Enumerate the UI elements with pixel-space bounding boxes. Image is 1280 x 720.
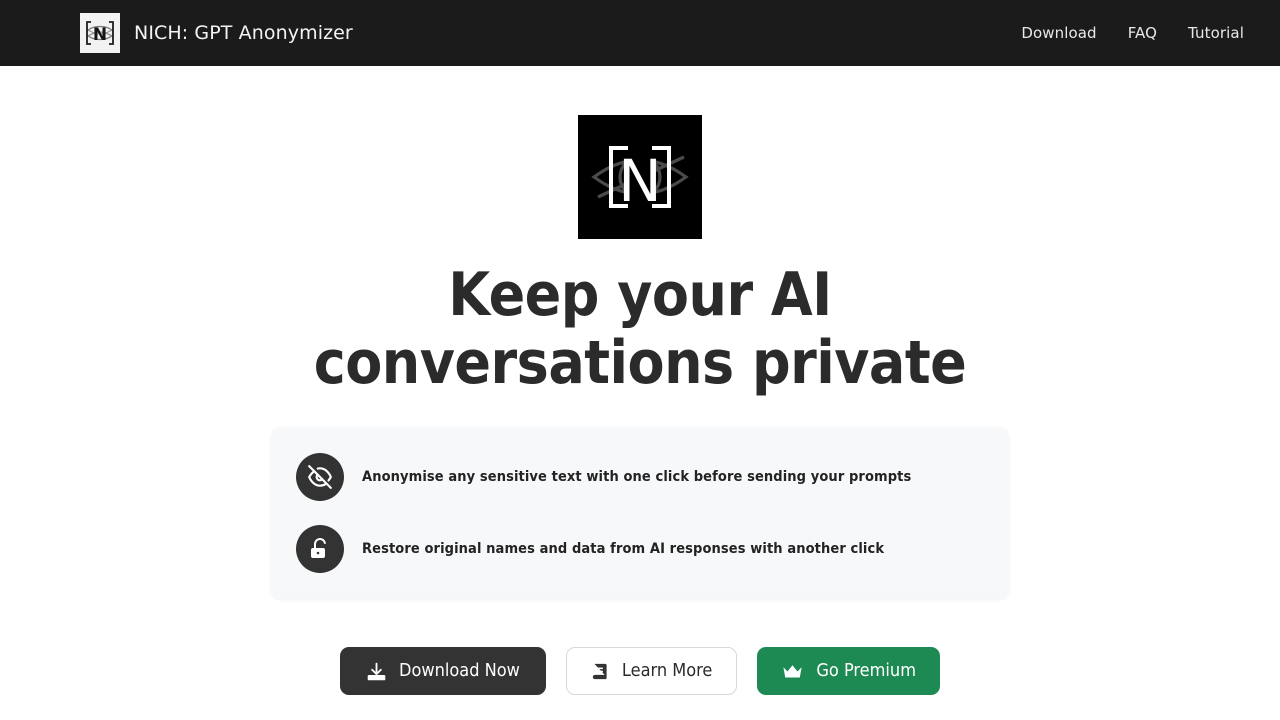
svg-text:N: N [618,147,661,215]
feature-item-anonymise: Anonymise any sensitive text with one cl… [271,453,1009,501]
nich-eye-off-n-logo-icon: N [578,115,702,239]
learn-more-button[interactable]: Learn More [565,647,738,695]
feature-text: Anonymise any sensitive text with one cl… [362,469,912,485]
download-icon [366,661,387,682]
go-premium-button[interactable]: Go Premium [757,647,940,695]
crown-icon [781,660,804,683]
action-buttons: Download Now Learn More Go Premium [340,647,940,695]
nav-link-tutorial[interactable]: Tutorial [1188,24,1244,42]
nav-link-download[interactable]: Download [1021,24,1096,42]
nich-bracket-n-logo-icon: N [80,13,120,53]
learn-more-label: Learn More [621,660,713,681]
download-now-button[interactable]: Download Now [340,647,546,695]
eye-off-icon [296,453,344,501]
features-card: Anonymise any sensitive text with one cl… [271,427,1009,599]
main-nav: Download FAQ Tutorial [1021,24,1244,42]
go-premium-label: Go Premium [816,660,916,681]
feature-item-restore: Restore original names and data from AI … [271,525,1009,573]
nav-link-faq[interactable]: FAQ [1128,24,1157,42]
feature-text: Restore original names and data from AI … [362,541,885,557]
download-now-label: Download Now [399,660,520,681]
page-title: Keep your AI conversations private [313,260,967,398]
book-icon [591,662,610,681]
svg-text:N: N [93,25,107,45]
hero-section: N Keep your AI conversations private Ano… [0,66,1280,695]
brand[interactable]: N NICH: GPT Anonymizer [80,13,353,53]
site-header: N NICH: GPT Anonymizer Download FAQ Tuto… [0,0,1280,66]
brand-title: NICH: GPT Anonymizer [134,22,353,44]
unlock-icon [296,525,344,573]
